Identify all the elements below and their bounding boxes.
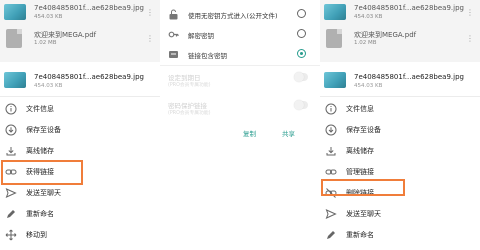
file-size: 454.03 KB xyxy=(354,14,383,20)
file-size: 454.03 KB xyxy=(34,14,63,20)
info-icon xyxy=(325,103,337,115)
menu-item-label: 保存至设备 xyxy=(26,126,61,134)
radio-button[interactable] xyxy=(297,9,306,18)
pdf-file-icon xyxy=(6,29,22,48)
sheet-header: 7e408485801f...ae628bea9.jpg 454.03 KB xyxy=(320,70,480,92)
radio-button[interactable] xyxy=(297,29,306,38)
file-name: 7e408485801f...ae628bea9.jpg xyxy=(354,4,464,12)
menu-item-label: 发送至聊天 xyxy=(26,189,61,197)
menu-item-label: 重新命名 xyxy=(26,210,54,218)
toggle-subtitle: (PRO会员专属功能) xyxy=(168,83,211,88)
divider xyxy=(0,96,160,97)
info-icon xyxy=(5,103,17,115)
more-icon[interactable]: ⋮ xyxy=(466,34,474,43)
more-icon[interactable]: ⋮ xyxy=(146,34,154,43)
link-lock-icon xyxy=(168,49,179,60)
more-icon[interactable]: ⋮ xyxy=(466,8,474,17)
menu-item-offline[interactable]: 离线储存 xyxy=(0,141,160,161)
menu-item-move[interactable]: 移动到 xyxy=(0,225,160,245)
sheet-file-size: 454.03 KB xyxy=(34,83,63,89)
send-icon xyxy=(325,208,337,220)
menu-item-label: 重新命名 xyxy=(346,231,374,239)
more-icon[interactable]: ⋮ xyxy=(146,8,154,17)
option-label: 使用无密钥方式进入(公开文件) xyxy=(188,12,278,20)
file-name: 欢迎来到MEGA.pdf xyxy=(354,31,417,39)
menu-item-rename[interactable]: 重新命名 xyxy=(320,225,480,245)
download-icon xyxy=(325,124,337,136)
pdf-file-icon xyxy=(326,29,342,48)
radio-button-selected[interactable] xyxy=(297,49,306,58)
offline-download-icon xyxy=(325,145,337,157)
right-panel: 7e408485801f...ae628bea9.jpg 454.03 KB ⋮… xyxy=(320,0,480,250)
highlight-box xyxy=(1,160,83,185)
file-name: 欢迎来到MEGA.pdf xyxy=(34,31,97,39)
menu-item-send-to-chat[interactable]: 发送至聊天 xyxy=(320,204,480,224)
divider xyxy=(320,96,480,97)
highlight-box xyxy=(321,179,405,196)
options-sheet: 7e408485801f...ae628bea9.jpg 454.03 KB 文… xyxy=(320,62,480,250)
pencil-icon xyxy=(5,208,17,220)
image-thumbnail xyxy=(324,72,346,88)
sheet-file-size: 454.03 KB xyxy=(354,83,383,89)
move-icon xyxy=(5,229,17,241)
menu-item-save-to-device[interactable]: 保存至设备 xyxy=(320,120,480,140)
toggle-subtitle: (PRO会员专属功能) xyxy=(168,111,211,116)
menu-item-label: 发送至聊天 xyxy=(346,210,381,218)
key-icon xyxy=(168,29,179,40)
list-item[interactable]: 欢迎来到MEGA.pdf 1.02 MB ⋮ xyxy=(320,28,480,52)
toggle-expiry-date[interactable]: 设定到期日 (PRO会员专属功能) xyxy=(160,70,320,94)
sheet-file-name: 7e408485801f...ae628bea9.jpg xyxy=(354,73,464,81)
get-link-dialog: 使用无密钥方式进入(公开文件) 解密密钥 链接包含密钥 设定到期日 (PRO会员… xyxy=(160,0,320,250)
menu-item-file-info[interactable]: 文件信息 xyxy=(320,99,480,119)
menu-item-label: 文件信息 xyxy=(26,105,54,113)
download-icon xyxy=(5,124,17,136)
menu-item-label: 离线储存 xyxy=(346,147,374,155)
divider xyxy=(160,65,320,66)
file-size: 1.02 MB xyxy=(34,40,57,46)
toggle-switch[interactable] xyxy=(294,72,308,82)
list-item[interactable]: 7e408485801f...ae628bea9.jpg 454.03 KB ⋮ xyxy=(320,2,480,26)
option-label: 解密密钥 xyxy=(188,32,214,40)
list-item[interactable]: 7e408485801f...ae628bea9.jpg 454.03 KB ⋮ xyxy=(0,2,160,26)
image-thumbnail xyxy=(4,4,26,20)
option-link-with-key[interactable]: 链接包含密钥 xyxy=(160,44,320,66)
menu-item-label: 离线储存 xyxy=(26,147,54,155)
menu-item-send-to-chat[interactable]: 发送至聊天 xyxy=(0,183,160,203)
toggle-password-protect[interactable]: 密码保护链接 (PRO会员专属功能) xyxy=(160,98,320,122)
menu-item-label: 文件信息 xyxy=(346,105,374,113)
unlock-icon xyxy=(168,9,179,20)
file-name: 7e408485801f...ae628bea9.jpg xyxy=(34,4,144,12)
pencil-icon xyxy=(325,229,337,241)
menu-item-save-to-device[interactable]: 保存至设备 xyxy=(0,120,160,140)
sheet-file-name: 7e408485801f...ae628bea9.jpg xyxy=(34,73,144,81)
option-public-no-key[interactable]: 使用无密钥方式进入(公开文件) xyxy=(160,4,320,26)
link-icon xyxy=(325,166,337,178)
menu-item-label: 移动到 xyxy=(26,231,47,239)
list-item[interactable]: 欢迎来到MEGA.pdf 1.02 MB ⋮ xyxy=(0,28,160,52)
share-button[interactable]: 共享 xyxy=(282,128,295,138)
option-label: 链接包含密钥 xyxy=(188,52,227,60)
option-decryption-key[interactable]: 解密密钥 xyxy=(160,24,320,46)
sheet-header: 7e408485801f...ae628bea9.jpg 454.03 KB xyxy=(0,70,160,92)
options-sheet: 7e408485801f...ae628bea9.jpg 454.03 KB 文… xyxy=(0,62,160,250)
image-thumbnail xyxy=(324,4,346,20)
file-size: 1.02 MB xyxy=(354,40,377,46)
menu-item-label: 保存至设备 xyxy=(346,126,381,134)
menu-item-offline[interactable]: 离线储存 xyxy=(320,141,480,161)
menu-item-rename[interactable]: 重新命名 xyxy=(0,204,160,224)
toggle-switch[interactable] xyxy=(294,100,308,110)
left-panel: 7e408485801f...ae628bea9.jpg 454.03 KB ⋮… xyxy=(0,0,160,250)
image-thumbnail xyxy=(4,72,26,88)
file-list-background: 7e408485801f...ae628bea9.jpg 454.03 KB ⋮… xyxy=(320,0,480,62)
file-list-background: 7e408485801f...ae628bea9.jpg 454.03 KB ⋮… xyxy=(0,0,160,62)
send-icon xyxy=(5,187,17,199)
menu-item-label: 管理链接 xyxy=(346,168,374,176)
menu-item-file-info[interactable]: 文件信息 xyxy=(0,99,160,119)
copy-button[interactable]: 复制 xyxy=(243,128,256,138)
offline-download-icon xyxy=(5,145,17,157)
